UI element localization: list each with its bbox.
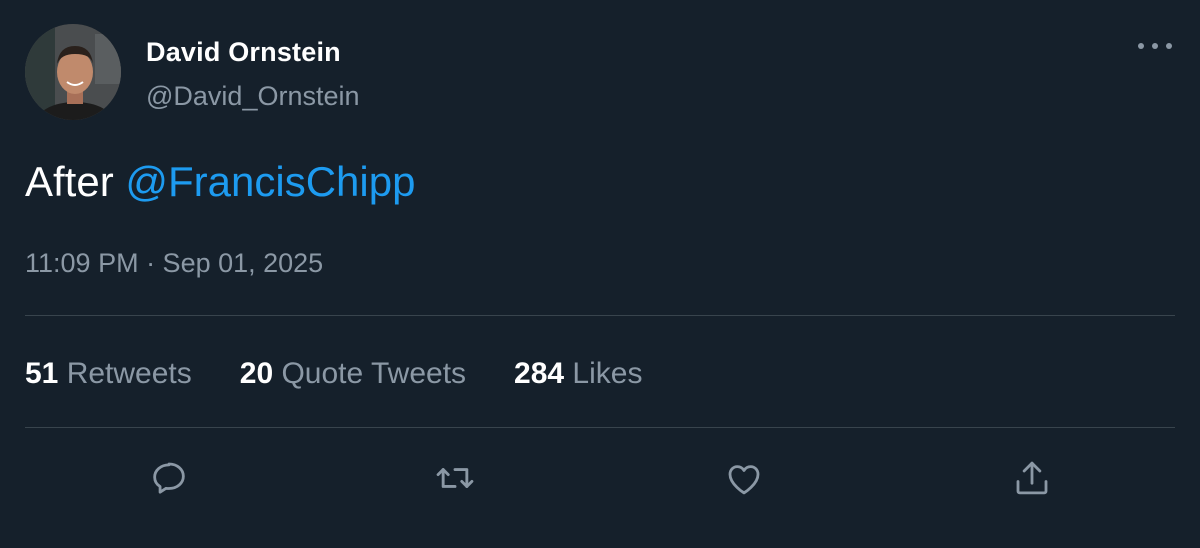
more-options-icon[interactable] (1138, 36, 1172, 56)
more-dot (1138, 43, 1144, 49)
more-dot (1166, 43, 1172, 49)
likes-stat[interactable]: 284 Likes (514, 357, 642, 391)
tweet-text: After @FrancisChipp (25, 158, 415, 206)
quote-tweets-count: 20 (239, 357, 274, 390)
author-handle[interactable]: @David_Ornstein (146, 81, 360, 112)
reply-icon (153, 462, 185, 494)
likes-count: 284 (514, 357, 565, 390)
divider (25, 315, 1175, 316)
retweets-label: Retweets (58, 357, 192, 390)
author-display-name[interactable]: David Ornstein (146, 37, 341, 68)
tweet-text-prefix: After (25, 158, 126, 205)
retweet-icon (436, 468, 474, 488)
share-button[interactable] (1010, 456, 1054, 500)
share-icon (1016, 461, 1048, 495)
tweet-timestamp[interactable]: 11:09 PM · Sep 01, 2025 (25, 248, 323, 279)
like-button[interactable] (722, 456, 766, 500)
retweets-count: 51 (25, 357, 59, 390)
more-dot (1152, 43, 1158, 49)
quote-tweets-label: Quote Tweets (273, 357, 467, 390)
tweet-detail: David Ornstein @David_Ornstein After @Fr… (0, 0, 1200, 548)
avatar[interactable] (25, 24, 121, 120)
divider (25, 427, 1175, 428)
mention-link[interactable]: @FrancisChipp (125, 158, 415, 205)
retweet-button[interactable] (433, 456, 477, 500)
reply-button[interactable] (147, 456, 191, 500)
engagement-stats: 51 Retweets 20 Quote Tweets 284 Likes (25, 357, 690, 391)
likes-label: Likes (564, 357, 643, 390)
quote-tweets-stat[interactable]: 20 Quote Tweets (240, 357, 466, 391)
avatar-image (25, 24, 121, 120)
retweets-stat[interactable]: 51 Retweets (25, 357, 192, 391)
like-icon (728, 465, 760, 495)
